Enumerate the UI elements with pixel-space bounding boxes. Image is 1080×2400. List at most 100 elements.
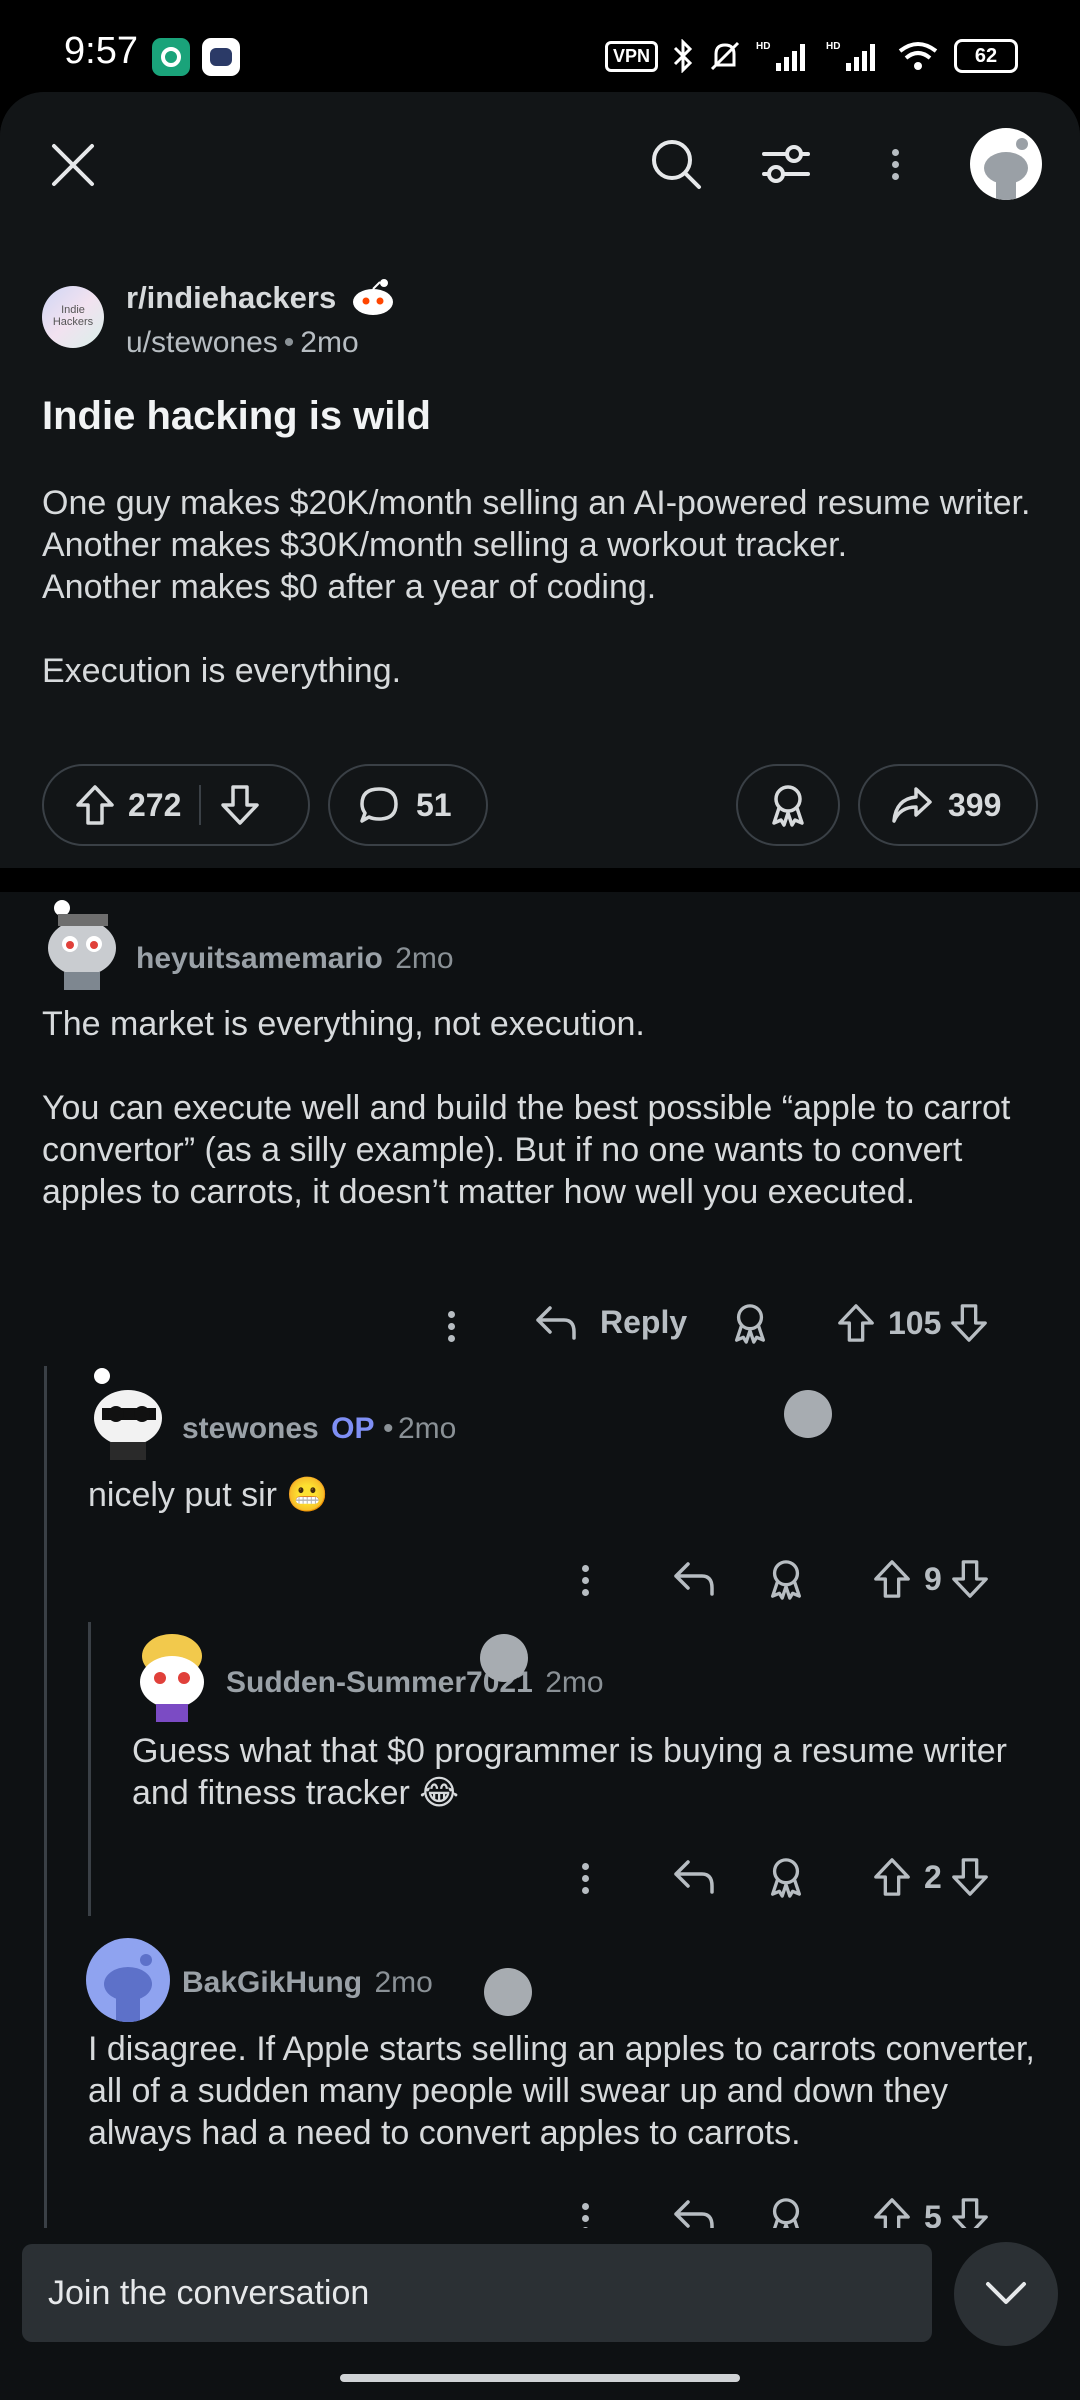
reply-button[interactable]: Reply <box>534 1302 687 1342</box>
comment-author[interactable]: BakGikHung <box>182 1966 362 1999</box>
battery-icon: 62 <box>954 39 1018 73</box>
post-body-line: Another makes $30K/month selling a worko… <box>42 526 848 564</box>
comment-author[interactable]: heyuitsamemario <box>136 942 383 975</box>
comment-vote: 2 <box>872 1856 990 1898</box>
post-age: 2mo <box>300 326 359 359</box>
comment-body: The market is everything, not execution.… <box>42 1003 1042 1213</box>
more-vertical-icon[interactable] <box>892 144 900 185</box>
comment-age: 2mo <box>374 1966 433 1999</box>
touch-indicator <box>484 1968 532 2016</box>
status-icons: VPN HD HD 62 <box>604 36 1018 76</box>
bluetooth-icon <box>673 39 693 73</box>
share-count: 399 <box>948 786 1002 823</box>
op-badge: OP <box>331 1412 375 1445</box>
svg-text:HD: HD <box>826 41 840 52</box>
reply-icon[interactable] <box>672 1558 716 1603</box>
comment-body: Guess what that $0 programmer is buying … <box>132 1732 1007 1812</box>
mute-icon <box>710 41 740 71</box>
status-time: 9:57 <box>64 30 138 72</box>
wifi-icon <box>898 42 938 70</box>
downvote-icon[interactable] <box>219 783 261 827</box>
share-button[interactable]: 399 <box>858 764 1038 846</box>
signal-icon: HD <box>756 41 805 71</box>
post-meta: u/stewones • 2mo <box>126 326 359 359</box>
post-title: Indie hacking is wild <box>42 394 431 438</box>
comment-line: The market is everything, not execution. <box>42 1005 645 1043</box>
comment-avatar[interactable] <box>86 1362 166 1460</box>
comment-author[interactable]: stewones <box>182 1412 319 1445</box>
award-icon[interactable] <box>730 1302 770 1349</box>
join-conversation-placeholder: Join the conversation <box>48 2274 370 2312</box>
upvote-icon[interactable] <box>872 1856 912 1898</box>
vote-separator <box>199 785 202 825</box>
downvote-icon[interactable] <box>949 1302 989 1344</box>
post-body-line: One guy makes $20K/month selling an AI-p… <box>42 484 1031 522</box>
vote-count: 105 <box>888 1304 942 1341</box>
close-icon[interactable] <box>48 140 98 190</box>
comment-icon <box>360 787 398 823</box>
svg-text:HD: HD <box>756 41 770 52</box>
post-body-spacer <box>42 608 1042 650</box>
post-body: One guy makes $20K/month selling an AI-p… <box>42 482 1042 692</box>
comment-age: 2mo <box>397 1412 457 1445</box>
vote-count: 9 <box>924 1560 942 1597</box>
comment-body: I disagree. If Apple starts selling an a… <box>88 2030 1035 2152</box>
comment-avatar[interactable] <box>40 898 122 990</box>
status-bar: 9:57 VPN HD HD 62 <box>0 0 1080 92</box>
app-notification-icon <box>152 38 190 76</box>
vote-pill: 272 <box>42 764 310 846</box>
reply-label: Reply <box>600 1303 688 1340</box>
upvote-icon[interactable] <box>872 1558 912 1600</box>
reply-icon <box>536 1306 576 1340</box>
comment-more-icon[interactable] <box>448 1306 456 1347</box>
comment-body: nicely put sir 😬 <box>88 1476 329 1514</box>
comment-meta: BakGikHung 2mo <box>182 1966 433 2000</box>
downvote-icon[interactable] <box>950 1558 990 1600</box>
post-body-line: Another makes $0 after a year of coding. <box>42 568 657 606</box>
comment-more-icon[interactable] <box>582 1560 590 1601</box>
comment-avatar[interactable] <box>86 1938 170 2022</box>
vpn-icon: VPN <box>604 40 658 72</box>
chevron-down-icon <box>986 2282 1026 2304</box>
comment-meta: heyuitsamemario 2mo <box>136 942 454 976</box>
post-author[interactable]: u/stewones <box>126 326 278 359</box>
subreddit-avatar[interactable]: Indie Hackers <box>42 286 104 348</box>
post-card <box>0 92 1080 868</box>
award-button[interactable] <box>736 764 840 846</box>
subreddit-name[interactable]: r/indiehackers <box>126 280 336 316</box>
comment-count: 51 <box>416 786 452 823</box>
comment-age-dot: • <box>382 1412 394 1445</box>
comment-meta: Sudden-Summer7021 2mo <box>226 1666 604 1700</box>
thread-line <box>88 1622 91 1916</box>
upvote-icon[interactable] <box>836 1302 876 1344</box>
signal-icon: HD <box>826 41 875 71</box>
comment-more-icon[interactable] <box>582 1858 590 1899</box>
award-icon[interactable] <box>766 1856 806 1903</box>
section-divider <box>0 868 1080 892</box>
downvote-icon[interactable] <box>950 1856 990 1898</box>
award-icon[interactable] <box>766 1558 806 1605</box>
join-conversation-input[interactable]: Join the conversation <box>22 2244 932 2342</box>
share-icon <box>892 787 932 823</box>
filter-icon[interactable] <box>760 138 812 190</box>
comment-line: You can execute well and build the best … <box>42 1089 1011 1211</box>
comment-age: 2mo <box>545 1666 604 1699</box>
snoo-badge-icon <box>350 277 396 317</box>
comment-vote: 105 <box>836 1302 989 1344</box>
upvote-icon[interactable] <box>74 783 116 827</box>
comment-spacer <box>42 1045 1042 1087</box>
collapse-button[interactable] <box>954 2242 1058 2346</box>
home-indicator[interactable] <box>340 2374 740 2382</box>
app-notification-icon <box>202 38 240 76</box>
reply-icon[interactable] <box>672 1856 716 1901</box>
comment-meta: stewones OP • 2mo <box>182 1412 456 1446</box>
comment-vote: 9 <box>872 1558 990 1600</box>
comments-button[interactable]: 51 <box>328 764 488 846</box>
comment-age: 2mo <box>395 942 454 975</box>
user-avatar[interactable] <box>970 128 1042 200</box>
search-icon[interactable] <box>648 136 704 192</box>
touch-indicator <box>480 1634 528 1682</box>
touch-indicator <box>784 1390 832 1438</box>
comment-avatar[interactable] <box>132 1626 212 1722</box>
post-vote-count: 272 <box>128 786 182 823</box>
